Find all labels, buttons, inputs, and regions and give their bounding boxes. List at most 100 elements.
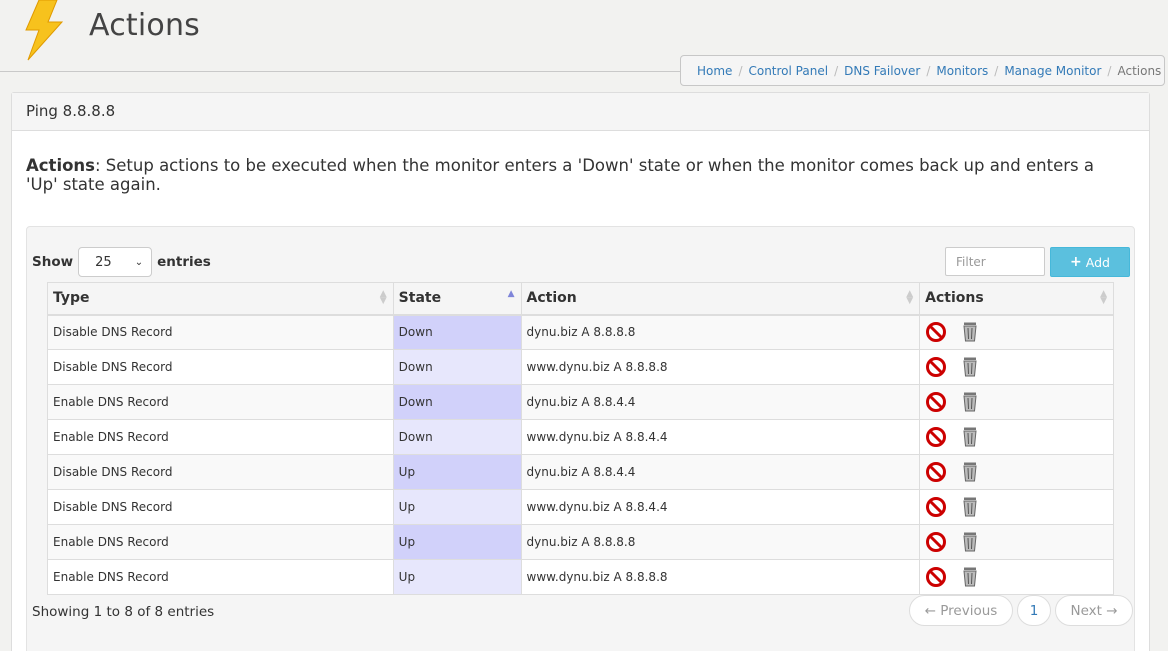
chevron-down-icon: ⌄ <box>134 256 144 268</box>
filter-input[interactable] <box>945 247 1045 276</box>
entries-select[interactable]: 25 ⌄ <box>78 247 153 277</box>
disable-icon[interactable] <box>925 461 947 483</box>
cell-actions <box>919 454 1114 490</box>
cell-action: dynu.biz A 8.8.8.8 <box>520 524 921 560</box>
page-header: Actions Home / Control Panel / DNS Failo… <box>0 0 1168 88</box>
sort-icon: ▲ ▼ <box>379 289 387 306</box>
trash-icon[interactable] <box>959 566 981 588</box>
table-row: Disable DNS Record Down www.dynu.biz A 8.8… <box>47 349 1114 385</box>
entries-length-control: Show 25 ⌄ entries <box>32 247 211 277</box>
trash-icon[interactable] <box>959 356 981 378</box>
page-1-button[interactable]: 1 <box>1017 595 1051 626</box>
lightning-bolt-icon <box>25 0 64 61</box>
column-header-label: Actions <box>925 290 984 307</box>
row-action-icons <box>925 356 1108 378</box>
table-info: Showing 1 to 8 of 8 entries <box>32 604 215 620</box>
trash-icon[interactable] <box>959 426 981 448</box>
cell-actions <box>919 314 1114 350</box>
table-row: Enable DNS Record Down www.dynu.biz A 8.8.… <box>47 419 1114 455</box>
trash-icon[interactable] <box>959 531 981 553</box>
next-page-button[interactable]: Next → <box>1055 595 1133 626</box>
intro-text: Actions: Setup actions to be executed wh… <box>26 156 1116 194</box>
breadcrumb-dns-failover[interactable]: DNS Failover <box>844 64 920 78</box>
breadcrumb-separator: / <box>994 63 999 78</box>
sort-icon: ▲ ▼ <box>906 289 914 306</box>
cell-type: Enable DNS Record <box>47 524 394 560</box>
breadcrumb-manage-monitor[interactable]: Manage Monitor <box>1004 64 1101 78</box>
table-row: Enable DNS Record Down dynu.biz A 8.8.4.4 <box>47 384 1114 420</box>
cell-action: www.dynu.biz A 8.8.4.4 <box>520 489 921 525</box>
column-header-actions[interactable]: Actions ▲ ▼ <box>919 282 1114 316</box>
trash-icon[interactable] <box>959 391 981 413</box>
disable-icon[interactable] <box>925 321 947 343</box>
cell-action: www.dynu.biz A 8.8.8.8 <box>520 349 921 385</box>
header-divider <box>0 71 680 72</box>
cell-action: www.dynu.biz A 8.8.4.4 <box>520 419 921 455</box>
disable-icon[interactable] <box>925 496 947 518</box>
cell-type: Enable DNS Record <box>47 559 394 595</box>
breadcrumb-control-panel[interactable]: Control Panel <box>748 64 828 78</box>
monitor-panel: Ping 8.8.8.8 Actions: Setup actions to b… <box>11 92 1150 651</box>
cell-state: Up <box>392 489 522 525</box>
row-action-icons <box>925 461 1108 483</box>
sort-ascending-icon: ▲ <box>507 289 515 299</box>
cell-state: Up <box>392 559 522 595</box>
page-title: Actions <box>89 8 200 43</box>
cell-type: Disable DNS Record <box>47 489 394 525</box>
cell-action: dynu.biz A 8.8.4.4 <box>520 454 921 490</box>
column-header-label: Type <box>53 290 90 307</box>
table-row: Disable DNS Record Up www.dynu.biz A 8.8.4… <box>47 489 1114 525</box>
cell-action: www.dynu.biz A 8.8.8.8 <box>520 559 921 595</box>
breadcrumb-separator: / <box>1107 63 1112 78</box>
cell-actions <box>919 559 1114 595</box>
disable-icon[interactable] <box>925 566 947 588</box>
intro-description: : Setup actions to be executed when the … <box>26 156 1094 194</box>
cell-actions <box>919 349 1114 385</box>
table-row: Disable DNS Record Up dynu.biz A 8.8.4.4 <box>47 454 1114 490</box>
row-action-icons <box>925 391 1108 413</box>
row-action-icons <box>925 531 1108 553</box>
cell-state: Down <box>392 384 522 420</box>
add-action-button[interactable]: + Add <box>1050 247 1130 277</box>
trash-icon[interactable] <box>959 321 981 343</box>
breadcrumb: Home / Control Panel / DNS Failover / Mo… <box>680 55 1165 86</box>
column-header-label: State <box>398 290 442 307</box>
entries-value: 25 <box>95 254 112 270</box>
cell-state: Up <box>392 454 522 490</box>
cell-type: Disable DNS Record <box>47 349 394 385</box>
cell-action: dynu.biz A 8.8.4.4 <box>520 384 921 420</box>
trash-icon[interactable] <box>959 496 981 518</box>
sort-icon: ▲ ▼ <box>1100 289 1107 306</box>
intro-bold: Actions <box>26 156 95 175</box>
breadcrumb-monitors[interactable]: Monitors <box>936 64 988 78</box>
cell-state: Up <box>392 524 522 560</box>
cell-actions <box>919 489 1114 525</box>
table-row: Enable DNS Record Up www.dynu.biz A 8.8.8.… <box>47 559 1114 595</box>
cell-action: dynu.biz A 8.8.8.8 <box>520 314 921 350</box>
breadcrumb-separator: / <box>738 63 743 78</box>
row-action-icons <box>925 496 1108 518</box>
cell-actions <box>919 524 1114 560</box>
disable-icon[interactable] <box>925 391 947 413</box>
disable-icon[interactable] <box>925 426 947 448</box>
column-header-label: Action <box>526 290 577 307</box>
column-header-action[interactable]: Action ▲ ▼ <box>520 282 921 316</box>
add-button-label: Add <box>1085 254 1110 270</box>
cell-actions <box>919 419 1114 455</box>
column-header-type[interactable]: Type ▲ ▼ <box>47 282 394 316</box>
table-row: Disable DNS Record Down dynu.biz A 8.8.8.8 <box>47 314 1114 350</box>
breadcrumb-home[interactable]: Home <box>697 64 732 78</box>
cell-state: Down <box>392 314 522 350</box>
actions-table: Type ▲ ▼ State ▲ Action ▲ ▼ Actions ▲ ▼ Disable… <box>47 282 1114 595</box>
disable-icon[interactable] <box>925 356 947 378</box>
breadcrumb-separator: / <box>926 63 931 78</box>
previous-page-button[interactable]: ← Previous <box>909 595 1013 626</box>
plus-icon: + <box>1070 254 1082 270</box>
disable-icon[interactable] <box>925 531 947 553</box>
pagination: ← Previous 1 Next → <box>909 595 1133 626</box>
cell-type: Enable DNS Record <box>47 419 394 455</box>
entries-label: entries <box>157 254 211 270</box>
column-header-state[interactable]: State ▲ <box>392 282 522 316</box>
cell-actions <box>919 384 1114 420</box>
trash-icon[interactable] <box>959 461 981 483</box>
